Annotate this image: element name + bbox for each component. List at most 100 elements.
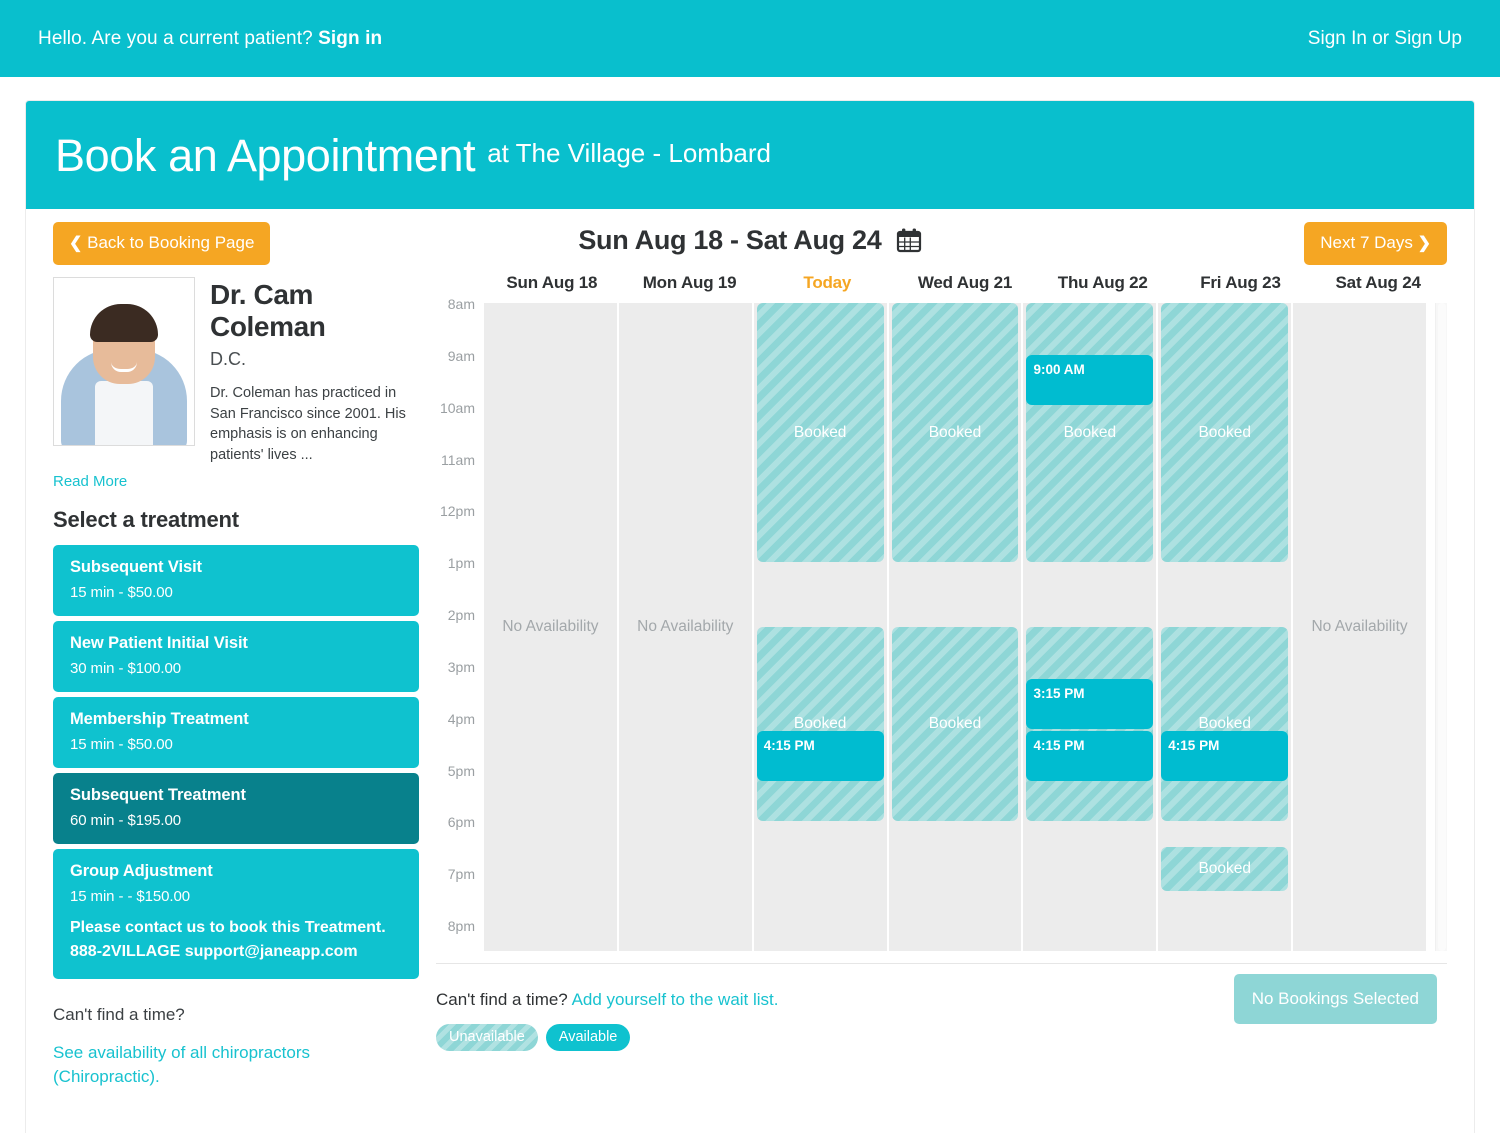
day-header-5: Fri Aug 23 <box>1200 273 1281 292</box>
treatment-note: Please contact us to book this Treatment… <box>70 918 386 960</box>
no-bookings-selected-button[interactable]: No Bookings Selected <box>1233 974 1437 1024</box>
booked-block: Booked <box>756 627 884 822</box>
time-label: 7pm <box>447 866 475 883</box>
card-body: Dr. Cam Coleman D.C. Dr. Coleman has pra… <box>26 273 1474 1090</box>
calendar-footer: Can't find a time? Add yourself to the w… <box>436 963 1447 1079</box>
treatment-name: Subsequent Visit <box>70 557 202 576</box>
booked-label: Booked <box>793 423 847 441</box>
booked-block: Booked <box>756 303 884 563</box>
time-label: 5pm <box>447 762 475 779</box>
treatment-list: Subsequent Visit 15 min - $50.00 New Patie… <box>53 544 419 979</box>
sign-in-link[interactable]: Sign in <box>318 28 382 49</box>
calendar-scrollbar[interactable] <box>1435 303 1447 951</box>
calendar-icon[interactable] <box>896 227 922 260</box>
no-availability-label: No Availability <box>1311 618 1408 635</box>
day-column-6: No Availability <box>1293 303 1427 951</box>
booking-card: Book an Appointment at The Village - Lom… <box>26 101 1474 1133</box>
practitioner-name: Dr. Cam Coleman <box>210 279 326 342</box>
time-slot-button[interactable]: 9:00 AM <box>1026 354 1154 405</box>
day-header-1: Mon Aug 19 <box>642 273 737 292</box>
footer-cant-find-label: Can't find a time? <box>436 990 568 1009</box>
treatment-option[interactable]: Group Adjustment 15 min - - $150.00 Please… <box>53 848 419 979</box>
treatment-name: New Patient Initial Visit <box>70 633 248 652</box>
time-label: 10am <box>439 399 475 416</box>
legend-available-pill: Available <box>545 1024 631 1051</box>
calendar: Sun Aug 18 Mon Aug 19 Today Wed Aug 21 Thu A… <box>436 273 1447 953</box>
date-range: Sun Aug 18 - Sat Aug 24 <box>26 225 1474 260</box>
time-label: 12pm <box>439 503 475 520</box>
time-label: 8am <box>447 296 475 312</box>
booked-label: Booked <box>928 715 982 733</box>
time-label: 3pm <box>447 658 475 675</box>
next-7-days-button[interactable]: Next 7 Days ❯ <box>1304 222 1447 265</box>
day-column-1: No Availability <box>618 303 752 951</box>
booked-block: Booked <box>891 303 1019 563</box>
time-slot-button[interactable]: 4:15 PM <box>756 730 884 781</box>
patient-greeting: Hello. Are you a current patient? Sign i… <box>38 28 382 50</box>
legend: Unavailable Available <box>436 1024 1447 1051</box>
top-bar: Hello. Are you a current patient? Sign i… <box>0 0 1500 77</box>
next-button-label: Next 7 Days <box>1320 233 1413 252</box>
treatment-name: Subsequent Treatment <box>70 785 246 804</box>
no-availability-label: No Availability <box>502 618 599 635</box>
booked-block: Booked <box>1026 303 1154 563</box>
select-treatment-heading: Select a treatment <box>53 506 239 532</box>
practitioner-bio: Dr. Coleman has practiced in San Francis… <box>210 385 406 463</box>
calendar-grid: 8am 9am 10am 11am 12pm 1pm 2pm 3pm 4pm 5pm 6pm 7pm 8… <box>436 296 1447 951</box>
treatment-option[interactable]: Membership Treatment 15 min - $50.00 <box>53 696 419 768</box>
time-label: 2pm <box>447 607 475 624</box>
day-column-2: Booked Booked 4:15 PM <box>753 303 887 951</box>
see-all-chiropractors-link[interactable]: See availability of all chiropractors (C… <box>53 1041 419 1090</box>
time-label: 4pm <box>447 710 475 727</box>
booked-label: Booked <box>1198 423 1252 441</box>
day-header-2: Today <box>803 273 852 292</box>
treatment-meta: 15 min - $50.00 <box>70 735 173 753</box>
calendar-panel: Sun Aug 18 Mon Aug 19 Today Wed Aug 21 Thu A… <box>419 273 1447 1090</box>
time-label: 11am <box>441 451 475 468</box>
chevron-right-icon: ❯ <box>1417 235 1431 252</box>
booked-block: Booked <box>1161 627 1289 822</box>
day-header-3: Wed Aug 21 <box>917 273 1013 292</box>
day-column-5: Booked Booked Booked 4:15 PM <box>1158 303 1292 951</box>
sidebar-cant-find-label: Can't find a time? <box>53 1004 185 1024</box>
booked-label: Booked <box>928 423 982 441</box>
day-header-4: Thu Aug 22 <box>1057 273 1148 292</box>
time-label: 9am <box>447 347 475 364</box>
time-label: 6pm <box>447 814 475 831</box>
treatment-name: Membership Treatment <box>70 709 249 728</box>
day-column-0: No Availability <box>484 303 617 951</box>
day-column-3: Booked Booked <box>888 303 1022 951</box>
treatment-option[interactable]: Subsequent Treatment 60 min - $195.00 <box>53 772 419 844</box>
read-more-link[interactable]: Read More <box>53 473 419 490</box>
date-range-label: Sun Aug 18 - Sat Aug 24 <box>578 225 882 255</box>
calendar-day-headers: Sun Aug 18 Mon Aug 19 Today Wed Aug 21 Thu A… <box>436 273 1447 303</box>
day-header-0: Sun Aug 18 <box>506 273 598 292</box>
time-slot-button[interactable]: 3:15 PM <box>1026 678 1154 729</box>
scrollbar-thumb[interactable] <box>1438 303 1446 951</box>
treatment-meta: 15 min - $50.00 <box>70 583 173 601</box>
wait-list-link[interactable]: Add yourself to the wait list. <box>572 990 779 1009</box>
time-slot-button[interactable]: 4:15 PM <box>1026 730 1154 781</box>
practitioner-credential: D.C. <box>210 349 246 370</box>
sign-in-or-sign-up-link[interactable]: Sign In or Sign Up <box>1308 28 1462 50</box>
card-header: Book an Appointment at The Village - Lom… <box>26 101 1474 209</box>
legend-unavailable-pill: Unavailable <box>436 1024 538 1051</box>
sidebar: Dr. Cam Coleman D.C. Dr. Coleman has pra… <box>53 273 419 1090</box>
booked-label: Booked <box>1198 859 1252 877</box>
treatment-option[interactable]: Subsequent Visit 15 min - $50.00 <box>53 544 419 616</box>
practitioner-photo <box>53 277 195 446</box>
time-label: 1pm <box>447 555 475 572</box>
booked-block: Booked <box>1161 303 1289 563</box>
clinic-subtitle: at The Village - Lombard <box>487 138 771 168</box>
page-title: Book an Appointment <box>55 129 476 181</box>
time-axis: 8am 9am 10am 11am 12pm 1pm 2pm 3pm 4pm 5pm 6pm 7pm 8… <box>436 296 483 951</box>
day-header-6: Sat Aug 24 <box>1335 273 1421 292</box>
treatment-meta: 15 min - - $150.00 <box>70 887 190 905</box>
booked-label: Booked <box>1063 423 1117 441</box>
no-availability-label: No Availability <box>637 618 734 635</box>
treatment-option[interactable]: New Patient Initial Visit 30 min - $100.0… <box>53 620 419 692</box>
time-slot-button[interactable]: 4:15 PM <box>1161 730 1289 781</box>
treatment-name: Group Adjustment <box>70 861 213 880</box>
calendar-toolbar: ❮ Back to Booking Page Sun Aug 18 - Sat … <box>26 209 1474 273</box>
booked-block: Booked <box>891 627 1019 822</box>
